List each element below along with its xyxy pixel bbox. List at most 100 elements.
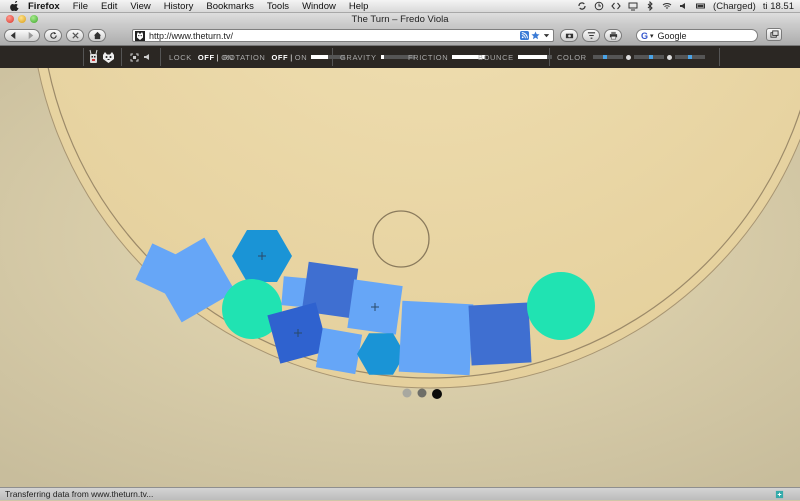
sitebar-divider: [719, 48, 720, 66]
toggle-separator: |: [216, 52, 220, 62]
camera-icon: [565, 33, 573, 39]
toggle-separator: |: [290, 52, 293, 62]
bookmark-star-icon[interactable]: [531, 31, 540, 40]
lock-label: LOCK: [169, 52, 192, 62]
sitebar-divider: [160, 48, 161, 66]
rotation-on-toggle[interactable]: ON: [295, 53, 307, 62]
back-arrow-icon[interactable]: [9, 31, 18, 40]
circle-mint-2[interactable]: [527, 272, 595, 340]
bounce-slider[interactable]: [517, 55, 552, 59]
gravity-label: GRAVITY: [340, 52, 377, 62]
window-title: The Turn – Fredo Viola: [351, 14, 449, 25]
battery-icon[interactable]: [696, 1, 706, 11]
tab-overview-button[interactable]: [766, 28, 782, 41]
apple-icon[interactable]: [10, 1, 20, 11]
sync-icon[interactable]: [577, 1, 587, 11]
sitebar-divider: [549, 48, 550, 66]
rotation-off-toggle[interactable]: OFF: [271, 53, 288, 62]
url-text: http://www.theturn.tv/: [149, 30, 234, 41]
menu-edit[interactable]: Edit: [101, 1, 117, 12]
site-favicon-cat-icon: [135, 30, 145, 41]
wifi-icon[interactable]: [662, 1, 672, 11]
bounce-label: BOUNCE: [478, 52, 514, 62]
window-titlebar: The Turn – Fredo Viola: [0, 13, 800, 26]
menu-window[interactable]: Window: [302, 1, 336, 12]
printer-icon: [609, 31, 617, 40]
time-machine-icon[interactable]: [594, 1, 604, 11]
filter-icon: [587, 32, 595, 39]
color-slider-saturation-marker: [648, 55, 653, 59]
history-button[interactable]: [582, 29, 600, 42]
page-dot-2[interactable]: [417, 388, 427, 398]
code-brackets-icon[interactable]: [611, 1, 621, 11]
lock-off-toggle[interactable]: OFF: [198, 53, 215, 62]
menu-history[interactable]: History: [164, 1, 194, 12]
print-button[interactable]: [604, 29, 622, 42]
menu-bookmarks[interactable]: Bookmarks: [206, 1, 254, 12]
page-dot-3-active[interactable]: [432, 389, 442, 399]
color-slider-brightness-marker: [688, 55, 693, 59]
window-zoom-button[interactable]: [30, 15, 38, 23]
stop-button[interactable]: [66, 29, 84, 42]
color-slider-brightness[interactable]: [674, 55, 705, 59]
display-icon[interactable]: [628, 1, 638, 11]
sitebar-divider: [332, 48, 333, 66]
reload-button[interactable]: [44, 29, 62, 42]
menu-file[interactable]: File: [73, 1, 88, 12]
browser-toolbar: http://www.theturn.tv/ G ▾ Google: [0, 26, 800, 46]
mac-menubar: Firefox File Edit View History Bookmarks…: [0, 0, 800, 13]
home-icon: [93, 31, 101, 40]
windows-icon: [769, 30, 779, 38]
stage-canvas[interactable]: [0, 68, 800, 487]
rss-feed-icon[interactable]: [520, 31, 529, 40]
status-plugin-icon[interactable]: [775, 490, 784, 499]
sitebar-divider: [121, 48, 122, 66]
speaker-icon[interactable]: [144, 53, 152, 61]
menu-tools[interactable]: Tools: [267, 1, 289, 12]
search-bar[interactable]: G ▾ Google: [636, 29, 758, 42]
menu-help[interactable]: Help: [349, 1, 369, 12]
color-label: COLOR: [557, 52, 587, 62]
screenshot-button[interactable]: [560, 29, 578, 42]
color-knob-1[interactable]: [625, 54, 631, 60]
square-light-blue-6[interactable]: [398, 300, 474, 376]
square-light-blue-5[interactable]: [315, 327, 363, 375]
robot-icon[interactable]: [88, 49, 99, 65]
back-forward-group: [4, 29, 40, 42]
page-dot-1[interactable]: [402, 388, 412, 398]
menubar-clock[interactable]: ti 18.51: [763, 1, 794, 12]
forward-arrow-icon[interactable]: [26, 31, 35, 40]
battery-status: (Charged): [713, 0, 756, 12]
search-engine-caret-icon[interactable]: ▾: [650, 32, 654, 40]
status-text: Transferring data from www.theturn.tv...: [5, 489, 154, 499]
color-slider-saturation[interactable]: [633, 55, 664, 59]
color-slider-hue-marker: [603, 55, 608, 59]
dropdown-arrow-icon[interactable]: [542, 31, 551, 40]
fullscreen-icon[interactable]: [130, 53, 139, 62]
site-control-bar: LOCK OFF | ON ROTATION OFF | ON GRAVITY …: [0, 46, 800, 68]
sitebar-divider: [83, 48, 84, 66]
color-slider-hue[interactable]: [592, 55, 623, 59]
gravity-slider-fill: [380, 55, 384, 59]
color-knob-2[interactable]: [666, 54, 672, 60]
window-close-button[interactable]: [6, 15, 14, 23]
menu-app-firefox[interactable]: Firefox: [28, 1, 60, 12]
square-mid-blue-2[interactable]: [468, 302, 532, 366]
bounce-slider-fill: [517, 55, 547, 59]
stop-icon: [71, 32, 79, 39]
friction-label: FRICTION: [408, 52, 449, 62]
url-bar[interactable]: http://www.theturn.tv/: [132, 29, 554, 42]
volume-icon[interactable]: [679, 1, 689, 11]
rotation-label: ROTATION: [223, 52, 266, 62]
bluetooth-icon[interactable]: [645, 1, 655, 11]
menu-view[interactable]: View: [130, 1, 150, 12]
window-minimize-button[interactable]: [18, 15, 26, 23]
google-search-engine-icon[interactable]: G: [641, 31, 648, 41]
rotation-slider-fill: [311, 55, 329, 59]
browser-statusbar: Transferring data from www.theturn.tv...: [0, 487, 800, 500]
cat-face-icon[interactable]: [102, 51, 115, 64]
reload-icon: [49, 31, 57, 39]
search-input[interactable]: Google: [658, 31, 687, 41]
home-button[interactable]: [88, 29, 106, 42]
physics-stage[interactable]: [0, 68, 800, 487]
